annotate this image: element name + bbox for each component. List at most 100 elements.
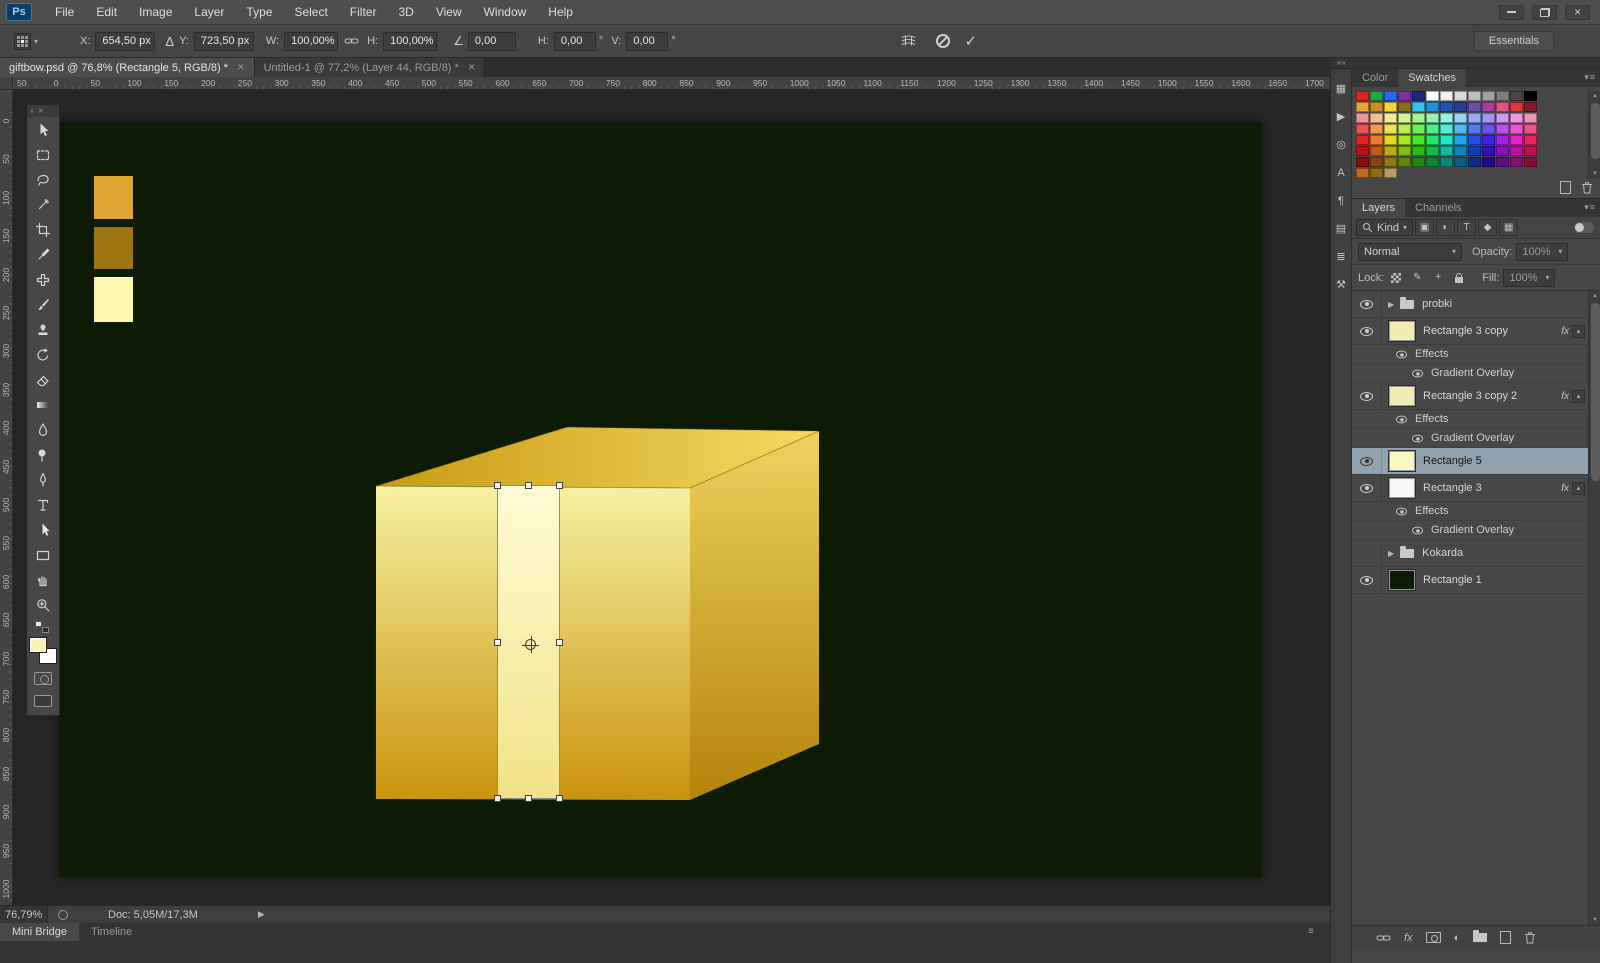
layer-group-kokarda[interactable]: ▶ Kokarda: [1352, 540, 1600, 567]
layer-comps-panel-icon[interactable]: ▤: [1332, 219, 1351, 238]
opacity-field[interactable]: 100% ▾: [1516, 242, 1569, 261]
layer-row-gradient-overlay[interactable]: Gradient Overlay: [1352, 429, 1600, 448]
layer-row-rectangle-1[interactable]: Rectangle 1: [1352, 567, 1600, 594]
color-swatch[interactable]: [1440, 157, 1453, 167]
tab-swatches[interactable]: Swatches: [1398, 69, 1466, 87]
color-swatch[interactable]: [1496, 157, 1509, 167]
type-tool[interactable]: [27, 492, 59, 517]
color-swatch[interactable]: [1412, 124, 1425, 134]
color-swatch[interactable]: [1524, 113, 1537, 123]
link-layers-icon[interactable]: [1376, 932, 1391, 944]
lock-transparency-icon[interactable]: [1387, 270, 1405, 286]
menu-help[interactable]: Help: [537, 0, 584, 24]
color-swatch[interactable]: [1398, 157, 1411, 167]
color-swatch[interactable]: [1398, 146, 1411, 156]
layer-row-rectangle-5[interactable]: Rectangle 5: [1352, 448, 1600, 475]
layers-scrollbar[interactable]: ▲ ▼: [1588, 291, 1600, 925]
layer-filter-toggle[interactable]: [1574, 222, 1594, 233]
filter-smart-objects-icon[interactable]: ▦: [1499, 219, 1519, 236]
color-swatch[interactable]: [1524, 124, 1537, 134]
visibility-toggle[interactable]: [1408, 429, 1426, 447]
color-swatch[interactable]: [1440, 135, 1453, 145]
color-swatch[interactable]: [1412, 157, 1425, 167]
hand-tool[interactable]: [27, 567, 59, 592]
transform-handle-s[interactable]: [525, 795, 532, 802]
color-swatch[interactable]: [1412, 91, 1425, 101]
close-tools-icon[interactable]: ✕: [38, 107, 44, 115]
filter-type-layers-icon[interactable]: T: [1457, 219, 1477, 236]
panel-menu-icon[interactable]: ≡: [1308, 926, 1314, 937]
h-skew-field[interactable]: 0,00: [553, 31, 596, 51]
color-swatch[interactable]: [1440, 91, 1453, 101]
color-swatch[interactable]: [1482, 91, 1495, 101]
rectangular-marquee-tool[interactable]: [27, 142, 59, 167]
color-swatch[interactable]: [1468, 146, 1481, 156]
visibility-toggle[interactable]: [1352, 291, 1382, 317]
new-group-button[interactable]: [1473, 930, 1488, 942]
add-layer-mask-button[interactable]: [1425, 932, 1441, 943]
collapse-effects-icon[interactable]: ▴: [1572, 481, 1585, 495]
new-layer-button[interactable]: [1500, 931, 1512, 944]
visibility-toggle[interactable]: [1352, 567, 1382, 593]
color-swatch[interactable]: [1412, 102, 1425, 112]
color-swatch[interactable]: [1426, 157, 1439, 167]
color-swatch[interactable]: [1370, 102, 1383, 112]
tab-timeline[interactable]: Timeline: [79, 923, 144, 941]
menu-layer[interactable]: Layer: [183, 0, 235, 24]
color-swatch[interactable]: [1468, 102, 1481, 112]
color-swatch[interactable]: [1524, 102, 1537, 112]
layer-row-gradient-overlay[interactable]: Gradient Overlay: [1352, 364, 1600, 383]
tab-channels[interactable]: Channels: [1405, 199, 1471, 217]
menu-edit[interactable]: Edit: [85, 0, 128, 24]
color-swatch[interactable]: [1398, 91, 1411, 101]
color-swatch[interactable]: [1496, 113, 1509, 123]
scrollbar-thumb[interactable]: [1590, 103, 1600, 159]
collapse-effects-icon[interactable]: ▴: [1572, 324, 1585, 338]
blend-mode-dropdown[interactable]: Normal ▾: [1358, 242, 1462, 261]
color-swatch[interactable]: [1384, 168, 1397, 178]
color-swatch[interactable]: [1356, 102, 1369, 112]
close-window-button[interactable]: ✕: [1565, 4, 1590, 20]
fill-field[interactable]: 100% ▾: [1503, 268, 1556, 287]
color-swatch[interactable]: [1454, 102, 1467, 112]
color-swatch[interactable]: [1370, 135, 1383, 145]
foreground-color-swatch[interactable]: [29, 637, 47, 653]
color-swatch[interactable]: [1412, 146, 1425, 156]
height-field[interactable]: 100,00%: [383, 31, 438, 51]
width-field[interactable]: 100,00%: [284, 31, 339, 51]
color-swatch[interactable]: [1384, 157, 1397, 167]
relative-positioning-icon[interactable]: Δ: [165, 34, 174, 49]
brush-presets-panel-icon[interactable]: ▦: [1332, 79, 1351, 98]
color-swatch[interactable]: [1370, 113, 1383, 123]
color-swatch[interactable]: [1370, 168, 1383, 178]
healing-brush-tool[interactable]: [27, 267, 59, 292]
close-tab-icon[interactable]: ✕: [468, 62, 476, 73]
visibility-toggle[interactable]: [1392, 410, 1410, 428]
transform-handle-w[interactable]: [494, 638, 501, 646]
scroll-up-icon[interactable]: ▲: [1592, 91, 1598, 101]
color-swatch[interactable]: [1496, 124, 1509, 134]
filter-pixel-layers-icon[interactable]: ▣: [1415, 219, 1435, 236]
move-tool[interactable]: [27, 117, 59, 142]
color-swatch[interactable]: [1468, 157, 1481, 167]
color-swatch[interactable]: [1510, 113, 1523, 123]
color-swatch[interactable]: [1426, 124, 1439, 134]
color-swatch[interactable]: [1398, 102, 1411, 112]
restore-window-button[interactable]: [1532, 4, 1557, 20]
scroll-up-icon[interactable]: ▲: [1592, 291, 1598, 301]
character-styles-panel-icon[interactable]: ≣: [1332, 247, 1351, 266]
cancel-transform-button[interactable]: [932, 30, 954, 52]
color-swatch[interactable]: [1468, 124, 1481, 134]
color-swatch[interactable]: [1510, 135, 1523, 145]
color-swatch[interactable]: [1482, 113, 1495, 123]
brush-tool[interactable]: [27, 292, 59, 317]
y-position-field[interactable]: 723,50 px: [193, 31, 254, 51]
color-swatch[interactable]: [1384, 113, 1397, 123]
lock-position-icon[interactable]: +: [1429, 270, 1447, 286]
visibility-toggle[interactable]: [1408, 521, 1426, 539]
color-swatch[interactable]: [1384, 135, 1397, 145]
color-swatch[interactable]: [1524, 157, 1537, 167]
actions-panel-icon[interactable]: ▶: [1332, 107, 1351, 126]
color-swatch[interactable]: [1384, 102, 1397, 112]
tab-color[interactable]: Color: [1352, 69, 1398, 87]
